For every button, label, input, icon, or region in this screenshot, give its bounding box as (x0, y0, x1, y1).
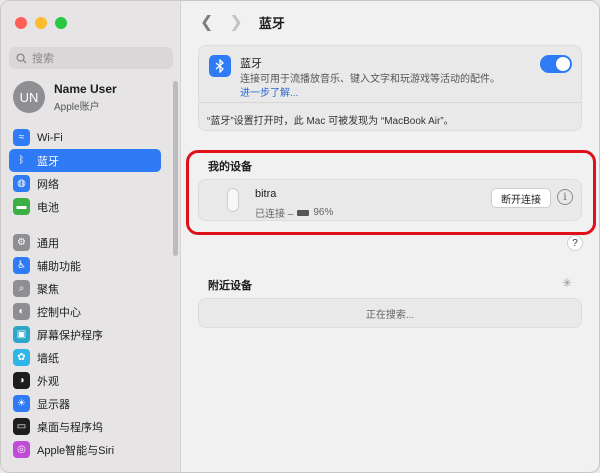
control-center-icon: ◐ (13, 303, 30, 320)
sidebar-item-network[interactable]: ◍ 网络 (9, 172, 161, 195)
sidebar-item-appearance[interactable]: ◑ 外观 (9, 369, 161, 392)
sidebar: 搜索 UN Name User Apple账户 ≈ Wi-Fi ᛒ 蓝牙 ◍ 网… (1, 1, 181, 472)
bluetooth-toggle[interactable] (540, 55, 572, 73)
accessibility-icon: ♿ (13, 257, 30, 274)
toggle-knob (556, 57, 570, 71)
discoverable-note: “蓝牙”设置打开时，此 Mac 可被发现为 “MacBook Air”。 (207, 116, 454, 127)
sidebar-item-display[interactable]: ☀ 显示器 (9, 392, 161, 415)
bluetooth-card: 蓝牙 连接可用于流播放音乐、键入文字和玩游戏等活动的配件。 进一步了解... “… (198, 45, 582, 131)
sidebar-item-general[interactable]: ⚙ 通用 (9, 231, 161, 254)
sidebar-item-label: 桌面与程序坞 (37, 421, 103, 434)
sidebar-item-label: 通用 (37, 237, 59, 250)
settings-window: 搜索 UN Name User Apple账户 ≈ Wi-Fi ᛒ 蓝牙 ◍ 网… (0, 0, 600, 473)
main-pane: ❮ ❯ 蓝牙 蓝牙 连接可用于流播放音乐、键入文字和玩游戏等活动的配件。 进一步… (182, 1, 599, 472)
search-input[interactable]: 搜索 (9, 47, 173, 69)
spotlight-icon: ⌕ (13, 280, 30, 297)
sidebar-item-control-center[interactable]: ◐ 控制中心 (9, 300, 161, 323)
siri-icon: ◎ (13, 441, 30, 458)
sidebar-item-wallpaper[interactable]: ✿ 墙纸 (9, 346, 161, 369)
globe-icon: ◍ (13, 175, 30, 192)
sidebar-item-screensaver[interactable]: ▣ 屏幕保护程序 (9, 323, 161, 346)
bluetooth-description: 连接可用于流播放音乐、键入文字和玩游戏等活动的配件。 (240, 74, 500, 85)
sidebar-item-siri[interactable]: ◎ Apple智能与Siri (9, 438, 161, 461)
spinner-icon: ✳ (562, 276, 573, 290)
sidebar-item-label: 显示器 (37, 398, 70, 411)
sidebar-scrollbar[interactable] (173, 81, 178, 256)
back-arrow-icon[interactable]: ❮ (200, 12, 213, 32)
avatar: UN (13, 81, 45, 113)
sidebar-item-label: 屏幕保护程序 (37, 329, 103, 342)
bluetooth-title: 蓝牙 (240, 58, 262, 70)
page-title: 蓝牙 (258, 15, 285, 31)
screensaver-icon: ▣ (13, 326, 30, 343)
search-icon (16, 52, 27, 64)
display-icon: ☀ (13, 395, 30, 412)
minimize-window-button[interactable] (35, 17, 47, 29)
help-button[interactable]: ? (567, 235, 583, 251)
account-subtitle: Apple账户 (54, 101, 100, 113)
account-row[interactable]: UN Name User Apple账户 (13, 81, 117, 113)
battery-icon: ▬ (13, 198, 30, 215)
window-controls (15, 17, 67, 29)
sidebar-item-wifi[interactable]: ≈ Wi-Fi (9, 126, 161, 149)
zoom-window-button[interactable] (55, 17, 67, 29)
sidebar-item-battery[interactable]: ▬ 电池 (9, 195, 161, 218)
sidebar-item-label: 辅助功能 (37, 260, 81, 273)
sidebar-item-label: 网络 (37, 178, 59, 191)
learn-more-link[interactable]: 进一步了解... (240, 84, 298, 99)
sidebar-item-label: 墙纸 (37, 352, 59, 365)
bluetooth-icon: ᛒ (13, 152, 30, 169)
nearby-devices-title: 附近设备 (208, 280, 252, 292)
searching-label: 正在搜索... (365, 309, 415, 321)
sidebar-item-accessibility[interactable]: ♿ 辅助功能 (9, 254, 161, 277)
wallpaper-icon: ✿ (13, 349, 30, 366)
sidebar-item-bluetooth[interactable]: ᛒ 蓝牙 (9, 149, 161, 172)
sidebar-group-system: ⚙ 通用 ♿ 辅助功能 ⌕ 聚焦 ◐ 控制中心 ▣ 屏幕保护程序 ✿ 墙纸 ◑ … (9, 231, 161, 461)
dock-icon: ▭ (13, 418, 30, 435)
sidebar-item-label: Apple智能与Siri (37, 444, 115, 457)
account-name: Name User (54, 81, 117, 96)
forward-arrow-icon[interactable]: ❯ (229, 12, 242, 32)
toolbar: ❮ ❯ 蓝牙 (182, 1, 599, 43)
appearance-icon: ◑ (13, 372, 30, 389)
close-window-button[interactable] (15, 17, 27, 29)
sidebar-item-dock[interactable]: ▭ 桌面与程序坞 (9, 415, 161, 438)
sidebar-item-label: 外观 (37, 375, 59, 388)
gear-icon: ⚙ (13, 234, 30, 251)
sidebar-item-label: 蓝牙 (37, 155, 59, 168)
sidebar-item-label: 控制中心 (37, 306, 81, 319)
search-placeholder: 搜索 (32, 53, 54, 65)
sidebar-item-label: 电池 (37, 201, 59, 214)
bluetooth-icon (209, 55, 231, 77)
nearby-devices-list: 正在搜索... (198, 298, 582, 328)
divider (199, 102, 581, 103)
sidebar-item-label: Wi-Fi (37, 131, 63, 144)
wifi-icon: ≈ (13, 129, 30, 146)
sidebar-group-network: ≈ Wi-Fi ᛒ 蓝牙 ◍ 网络 ▬ 电池 (9, 126, 161, 218)
highlight-annotation (186, 150, 596, 235)
sidebar-item-label: 聚焦 (37, 283, 59, 296)
sidebar-item-spotlight[interactable]: ⌕ 聚焦 (9, 277, 161, 300)
